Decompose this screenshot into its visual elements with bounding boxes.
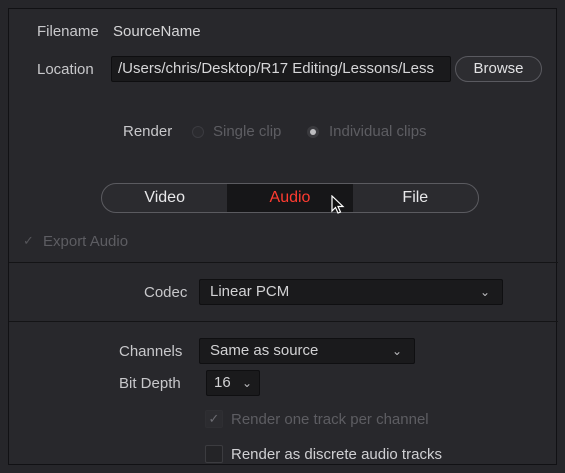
render-label: Render xyxy=(123,123,173,140)
settings-tabs: Video Audio File xyxy=(101,183,479,213)
filename-field[interactable]: SourceName xyxy=(113,23,201,40)
codec-select[interactable]: Linear PCM ⌄ xyxy=(199,279,503,305)
divider xyxy=(9,262,558,263)
mouse-cursor-icon xyxy=(331,195,345,214)
codec-label: Codec xyxy=(144,284,188,301)
location-label: Location xyxy=(37,61,94,78)
chevron-down-icon: ⌄ xyxy=(391,344,402,358)
single-clip-label: Single clip xyxy=(213,123,282,140)
individual-clips-label: Individual clips xyxy=(329,123,427,140)
tab-file[interactable]: File xyxy=(353,184,478,212)
discrete-tracks-label: Render as discrete audio tracks xyxy=(231,446,442,463)
bit-depth-label: Bit Depth xyxy=(119,375,181,392)
filename-label: Filename xyxy=(37,23,99,40)
divider xyxy=(9,321,558,322)
location-field[interactable]: /Users/chris/Desktop/R17 Editing/Lessons… xyxy=(111,56,451,82)
browse-button[interactable]: Browse xyxy=(455,56,542,82)
radio-single-clip[interactable] xyxy=(192,126,204,138)
bit-depth-select[interactable]: 16 ⌄ xyxy=(206,370,260,396)
tab-video[interactable]: Video xyxy=(102,184,227,212)
track-per-channel-checkbox[interactable]: ✓ xyxy=(205,410,223,428)
chevron-down-icon: ⌄ xyxy=(241,376,252,390)
export-audio-check-icon[interactable]: ✓ xyxy=(23,233,34,249)
channels-value: Same as source xyxy=(210,342,319,359)
channels-label: Channels xyxy=(119,343,183,360)
chevron-down-icon: ⌄ xyxy=(479,285,490,299)
checkmark-icon: ✓ xyxy=(208,411,220,426)
export-audio-label: Export Audio xyxy=(43,233,129,250)
radio-individual-clips[interactable] xyxy=(307,126,319,138)
channels-select[interactable]: Same as source ⌄ xyxy=(199,338,415,364)
render-settings-panel: Filename SourceName Location /Users/chri… xyxy=(8,8,558,465)
codec-value: Linear PCM xyxy=(210,283,290,300)
track-per-channel-label: Render one track per channel xyxy=(231,411,429,428)
bit-depth-value: 16 xyxy=(214,374,231,391)
discrete-tracks-checkbox[interactable] xyxy=(205,445,223,463)
